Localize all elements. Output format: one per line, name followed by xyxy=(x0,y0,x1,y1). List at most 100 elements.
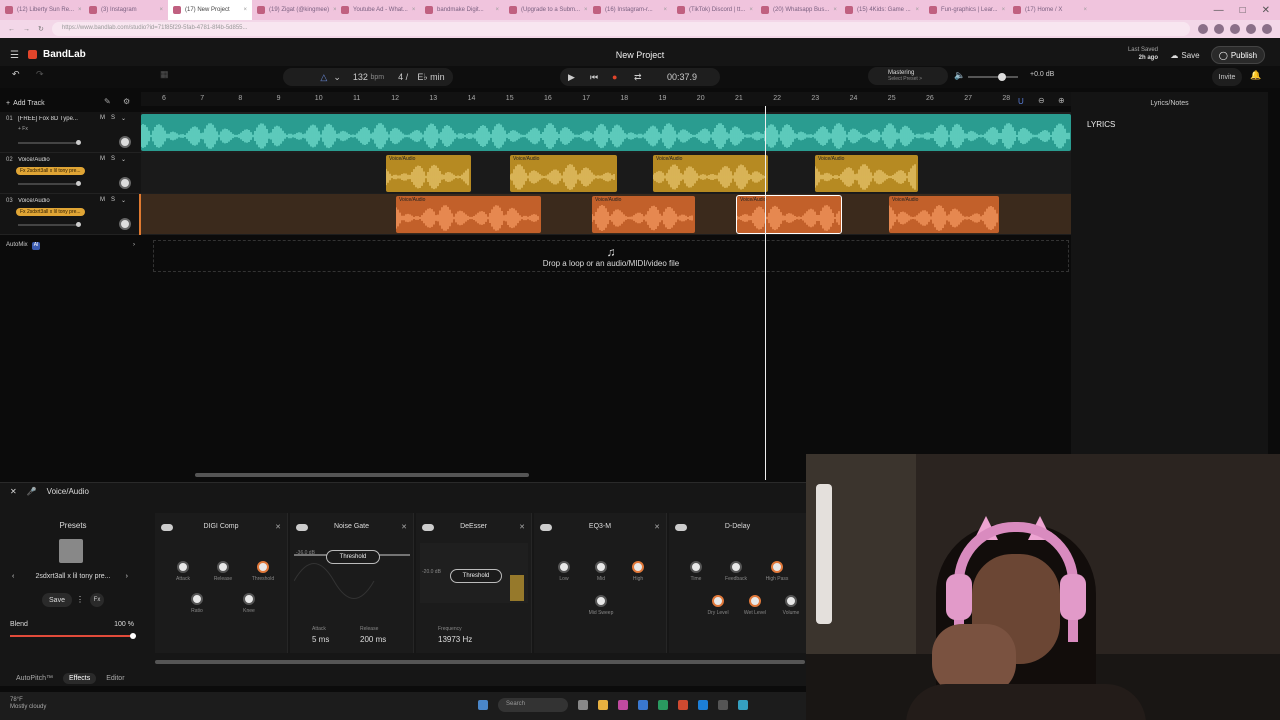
playhead[interactable] xyxy=(765,106,766,480)
minimize-icon[interactable]: — xyxy=(1214,5,1224,16)
track-lane[interactable]: Voice/Audio Voice/Audio Voice/Audio Voice/A… xyxy=(141,153,1071,194)
browser-tab[interactable]: (20) Whatsapp Bus... × xyxy=(756,0,840,20)
back-icon[interactable]: ← xyxy=(8,26,15,33)
audio-clip[interactable] xyxy=(141,114,1071,151)
browser-tab[interactable]: bandmake Digit... × xyxy=(420,0,504,20)
track-fx-button[interactable]: + Fx xyxy=(18,126,28,132)
browser-tab[interactable]: (17) Home / X × xyxy=(1008,0,1092,20)
weather-widget[interactable]: 78°F Mostly cloudy xyxy=(10,697,46,711)
knee-knob[interactable] xyxy=(243,593,255,605)
browser-tab[interactable]: (3) Instagram × xyxy=(84,0,168,20)
low-knob[interactable] xyxy=(558,561,570,573)
more-icon[interactable]: ⋮ xyxy=(76,595,84,604)
chevron-down-icon[interactable]: ⌄ xyxy=(333,72,341,83)
preset-selector[interactable]: ‹ 2sdxrt3all x lil tony pre... › xyxy=(8,573,138,580)
address-input[interactable]: https://www.bandlab.com/studio?id=71f85f… xyxy=(51,22,1190,36)
time-knob[interactable] xyxy=(690,561,702,573)
mute-button[interactable]: M xyxy=(100,197,105,204)
release-value[interactable]: 200 ms xyxy=(360,635,386,644)
close-icon[interactable]: ✕ xyxy=(519,523,525,531)
close-icon[interactable]: × xyxy=(915,7,919,13)
browser-tab[interactable]: (17) New Project × xyxy=(168,0,252,20)
file-explorer-icon[interactable] xyxy=(598,700,608,710)
tab-autopitch[interactable]: AutoPitch™ xyxy=(10,673,59,684)
close-icon[interactable]: ✕ xyxy=(654,523,660,531)
blend-control[interactable]: Blend 100 % xyxy=(10,621,136,639)
close-icon[interactable]: × xyxy=(159,7,163,13)
track-header[interactable]: 01 [FREE] Fox 8D Type... M S ⌄ + Fx xyxy=(0,112,141,153)
browser-tab[interactable]: Fun-graphics | Lear... × xyxy=(924,0,1008,20)
ratio-knob[interactable] xyxy=(191,593,203,605)
browser-tab[interactable]: (TikTok) Discord | tt... × xyxy=(672,0,756,20)
master-volume-slider[interactable] xyxy=(968,73,1018,81)
close-icon[interactable]: × xyxy=(78,7,82,13)
frequency-band[interactable] xyxy=(510,575,524,601)
record-icon[interactable]: ● xyxy=(612,72,617,82)
tuner-icon[interactable]: △ xyxy=(320,72,327,83)
track-lane[interactable]: Voice/Audio Voice/Audio Voice/Audio Voice/A… xyxy=(141,194,1071,235)
close-icon[interactable]: ✕ xyxy=(275,523,281,531)
pan-knob[interactable] xyxy=(119,177,131,189)
browser-tab[interactable]: (16) Instagram-r... × xyxy=(588,0,672,20)
plugins-scrollbar[interactable] xyxy=(155,660,805,664)
app-icon[interactable] xyxy=(658,700,668,710)
pan-knob[interactable] xyxy=(119,136,131,148)
audio-clip[interactable]: Voice/Audio xyxy=(396,196,541,233)
automix-row[interactable]: AutoMix AI › xyxy=(0,239,141,253)
undo-icon[interactable]: ↶ xyxy=(12,69,20,80)
audio-clip[interactable]: Voice/Audio xyxy=(510,155,617,192)
browser-tab[interactable]: (15) 4Kids: Game ... × xyxy=(840,0,924,20)
track-fx-button[interactable]: Fx 2sdxrt3all x lil tony pre... xyxy=(16,208,85,216)
threshold-control[interactable]: Threshold xyxy=(326,550,380,564)
chevron-down-icon[interactable]: ⌄ xyxy=(121,115,126,122)
track-fx-button[interactable]: Fx 2sdxrt3all x lil tony pre... xyxy=(16,167,85,175)
mastering-button[interactable]: Mastering Select Preset > xyxy=(868,67,948,85)
close-icon[interactable]: × xyxy=(833,7,837,13)
taskbar-search[interactable]: Search xyxy=(498,698,568,712)
tab-editor[interactable]: Editor xyxy=(100,673,130,684)
volume-knob[interactable] xyxy=(785,595,797,607)
wet-level-knob[interactable] xyxy=(749,595,761,607)
audio-clip[interactable]: Voice/Audio xyxy=(815,155,918,192)
track-name[interactable]: [FREE] Fox 8D Type... xyxy=(18,116,88,122)
browser-tab[interactable]: Youtube Ad - What... × xyxy=(336,0,420,20)
timeline-ruler[interactable]: 6 7 8 9 10 11 12 13 14 15 16 17 18 19 20 21 22 23 24 25 26 27… xyxy=(141,92,1071,106)
frequency-value[interactable]: 13973 Hz xyxy=(438,635,472,644)
project-title[interactable]: New Project xyxy=(0,50,1280,60)
app-icon[interactable] xyxy=(618,700,628,710)
threshold-control[interactable]: Threshold xyxy=(450,569,502,583)
track-volume-slider[interactable] xyxy=(18,181,81,186)
app-icon[interactable] xyxy=(678,700,688,710)
close-icon[interactable]: × xyxy=(412,7,416,13)
maximize-icon[interactable]: □ xyxy=(1240,5,1246,16)
app-icon[interactable] xyxy=(638,700,648,710)
solo-button[interactable]: S xyxy=(111,156,115,163)
track-lane[interactable] xyxy=(141,112,1071,153)
magnet-icon[interactable]: U xyxy=(1018,97,1024,106)
attack-value[interactable]: 5 ms xyxy=(312,635,329,644)
high-pass-knob[interactable] xyxy=(771,561,783,573)
reload-icon[interactable]: ↻ xyxy=(38,25,44,33)
mute-button[interactable]: M xyxy=(100,156,105,163)
fx-button[interactable]: Fx xyxy=(90,593,104,607)
track-lanes[interactable]: Voice/Audio Voice/Audio Voice/Audio Voice/A… xyxy=(141,112,1071,237)
zoom-out-icon[interactable]: ⊖ xyxy=(1038,96,1045,105)
pan-knob[interactable] xyxy=(119,218,131,230)
chevron-down-icon[interactable]: ⌄ xyxy=(121,197,126,204)
threshold-knob[interactable] xyxy=(257,561,269,573)
timeline-scrollbar[interactable] xyxy=(195,473,529,477)
preset-artwork[interactable] xyxy=(59,539,83,563)
close-icon[interactable]: ✕ xyxy=(401,523,407,531)
pencil-icon[interactable]: ✎ xyxy=(104,97,111,106)
audio-clip[interactable]: Voice/Audio xyxy=(736,195,842,234)
app-icon[interactable] xyxy=(738,700,748,710)
close-icon[interactable]: ✕ xyxy=(10,487,17,496)
lyrics-title[interactable]: LYRICS xyxy=(1087,120,1115,129)
app-icon[interactable] xyxy=(718,700,728,710)
audio-clip[interactable]: Voice/Audio xyxy=(386,155,471,192)
invite-button[interactable]: Invite xyxy=(1212,68,1242,86)
task-view-icon[interactable] xyxy=(578,700,588,710)
tab-effects[interactable]: Effects xyxy=(62,672,97,684)
track-volume-slider[interactable] xyxy=(18,140,81,145)
high-knob[interactable] xyxy=(632,561,644,573)
